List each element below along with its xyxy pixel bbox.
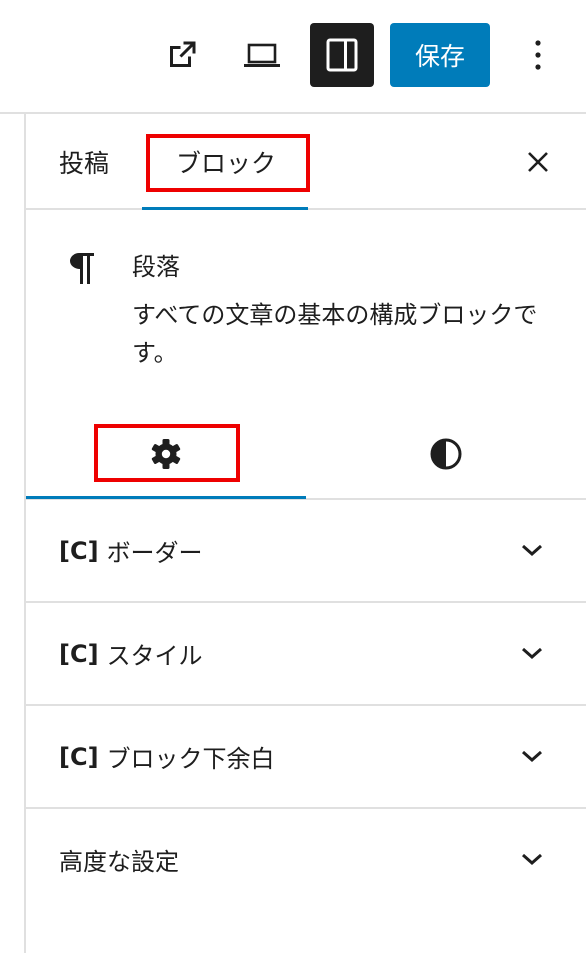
settings-toggle-button[interactable]	[310, 23, 374, 87]
chevron-down-icon	[522, 750, 542, 763]
block-description: すべての文章の基本の構成ブロックです。	[132, 301, 538, 367]
chevron-down-icon	[522, 853, 542, 866]
contrast-icon	[430, 438, 462, 470]
panel-tag: [C]	[59, 742, 99, 771]
save-button-label: 保存	[414, 42, 465, 71]
tab-block[interactable]: ブロック	[176, 114, 276, 210]
editor-toolbar: 保存	[0, 0, 586, 114]
panel-tag: [C]	[59, 536, 99, 565]
panel-title: スタイル	[106, 642, 203, 670]
panel-style-label: [C] スタイル	[59, 603, 203, 704]
sidebar-panel-icon	[326, 38, 358, 72]
tab-block-styles[interactable]	[306, 410, 586, 498]
more-options-button[interactable]	[506, 23, 570, 87]
block-inspector-tabs	[26, 410, 586, 500]
vertical-ellipsis-icon	[535, 40, 541, 70]
tab-block-label: ブロック	[176, 149, 277, 178]
tab-block-settings[interactable]	[26, 410, 306, 498]
sidebar-tabs: 投稿 ブロック	[26, 114, 586, 210]
tab-post[interactable]: 投稿	[59, 114, 109, 210]
panel-style[interactable]: [C] スタイル	[26, 603, 586, 706]
gear-icon	[151, 439, 181, 469]
panel-advanced-label: 高度な設定	[59, 809, 179, 910]
preview-button[interactable]	[230, 23, 294, 87]
settings-sidebar: 投稿 ブロック 段落 すべての文章の基本の構成ブロックです。 [C] ボーダー …	[26, 114, 586, 953]
panel-title: 高度な設定	[59, 848, 179, 876]
close-icon	[528, 152, 548, 172]
laptop-preview-icon	[244, 43, 280, 67]
panel-advanced[interactable]: 高度な設定	[26, 809, 586, 912]
panel-block-margin-label: [C] ブロック下余白	[59, 706, 275, 807]
paragraph-icon	[70, 253, 94, 284]
view-post-button[interactable]	[150, 23, 214, 87]
chevron-down-icon	[522, 647, 542, 660]
save-button[interactable]: 保存	[390, 23, 490, 87]
panel-border-label: [C] ボーダー	[59, 500, 203, 601]
panel-tag: [C]	[59, 639, 99, 668]
block-card: 段落 すべての文章の基本の構成ブロックです。	[26, 210, 586, 400]
panel-block-margin[interactable]: [C] ブロック下余白	[26, 706, 586, 809]
panel-title: ボーダー	[106, 539, 203, 567]
close-sidebar-button[interactable]	[516, 140, 560, 184]
chevron-down-icon	[522, 544, 542, 557]
active-subtab-indicator	[26, 496, 306, 499]
tab-post-label: 投稿	[59, 149, 110, 178]
panel-border[interactable]: [C] ボーダー	[26, 500, 586, 603]
panel-title: ブロック下余白	[106, 745, 275, 773]
external-link-icon	[170, 41, 196, 67]
block-title: 段落	[132, 253, 180, 281]
